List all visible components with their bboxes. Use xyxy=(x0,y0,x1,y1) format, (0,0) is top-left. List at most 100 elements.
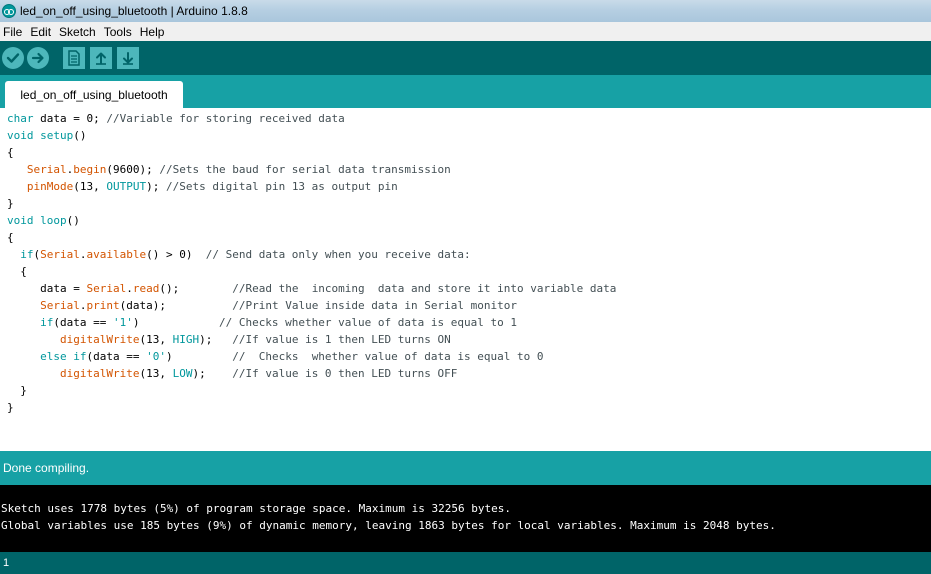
code-token: LOW xyxy=(172,367,193,380)
code-token: } xyxy=(7,384,27,397)
status-message: Done compiling. xyxy=(3,461,90,475)
code-token: loop xyxy=(40,214,67,227)
code-token: () xyxy=(73,129,87,142)
tab-sketch[interactable]: led_on_off_using_bluetooth xyxy=(5,81,183,108)
upload-button[interactable] xyxy=(27,47,49,69)
code-token: if xyxy=(20,248,34,261)
code-token: } xyxy=(7,197,14,210)
code-line: } xyxy=(7,195,616,212)
menu-bar: File Edit Sketch Tools Help xyxy=(0,22,931,41)
code-token: digitalWrite xyxy=(59,367,140,380)
tab-strip: led_on_off_using_bluetooth xyxy=(0,75,931,108)
code-token: char xyxy=(7,112,34,125)
code-token: { xyxy=(7,265,27,278)
code-line: { xyxy=(7,229,616,246)
code-line: Serial.begin(9600); //Sets the baud for … xyxy=(7,161,616,178)
open-icon xyxy=(96,52,106,65)
code-line: void loop() xyxy=(7,212,616,229)
code-line: { xyxy=(7,144,616,161)
code-token: { xyxy=(7,231,14,244)
code-line: data = Serial.read(); //Read the incomin… xyxy=(7,280,616,297)
code-token: (13, xyxy=(73,180,107,193)
code-token: (); xyxy=(159,282,233,295)
code-area[interactable]: char data = 0; //Variable for storing re… xyxy=(7,110,616,416)
code-line: if(Serial.available() > 0) // Send data … xyxy=(7,246,616,263)
menu-sketch[interactable]: Sketch xyxy=(58,25,97,39)
code-line: pinMode(13, OUTPUT); //Sets digital pin … xyxy=(7,178,616,195)
code-token: (13, xyxy=(139,333,173,346)
code-token: //Print Value inside data in Serial moni… xyxy=(232,299,517,312)
code-token: { xyxy=(7,146,14,159)
code-token: setup xyxy=(40,129,74,142)
code-token: (data); xyxy=(119,299,233,312)
verify-icon xyxy=(6,53,20,63)
code-token: data = xyxy=(7,282,87,295)
arduino-logo-icon xyxy=(2,4,16,18)
code-token: //Read the incoming data and store it in… xyxy=(232,282,617,295)
code-token: begin xyxy=(73,163,107,176)
code-line: } xyxy=(7,399,616,416)
code-line: } xyxy=(7,382,616,399)
code-token: available xyxy=(86,248,147,261)
code-token: void xyxy=(7,214,34,227)
menu-edit[interactable]: Edit xyxy=(29,25,52,39)
verify-button[interactable] xyxy=(2,47,24,69)
code-line: char data = 0; //Variable for storing re… xyxy=(7,110,616,127)
code-token: // Send data only when you receive data: xyxy=(205,248,471,261)
code-token: ); xyxy=(199,333,233,346)
save-button[interactable] xyxy=(117,47,139,69)
open-button[interactable] xyxy=(90,47,112,69)
window-title: led_on_off_using_bluetooth | Arduino 1.8… xyxy=(20,4,248,18)
code-token: else xyxy=(40,350,67,363)
code-token: ); xyxy=(192,367,233,380)
menu-help[interactable]: Help xyxy=(139,25,166,39)
code-token: Serial xyxy=(26,163,67,176)
status-bar: Done compiling. xyxy=(0,451,931,485)
console-output[interactable]: Sketch uses 1778 bytes (5%) of program s… xyxy=(0,485,931,552)
code-token: ); xyxy=(146,180,166,193)
code-token: . xyxy=(79,299,87,312)
code-line: void setup() xyxy=(7,127,616,144)
toolbar xyxy=(0,41,931,75)
line-number: 1 xyxy=(3,557,10,569)
code-editor[interactable]: char data = 0; //Variable for storing re… xyxy=(0,108,931,451)
code-line: { xyxy=(7,263,616,280)
code-token: Serial xyxy=(40,248,80,261)
code-token: read xyxy=(132,282,160,295)
code-token: Serial xyxy=(40,299,80,312)
code-line: if(data == '1') // Checks whether value … xyxy=(7,314,616,331)
code-token: () xyxy=(66,214,80,227)
code-token: Serial xyxy=(86,282,127,295)
code-token: if xyxy=(40,316,54,329)
upload-icon xyxy=(31,52,44,64)
code-token: void xyxy=(7,129,34,142)
menu-tools[interactable]: Tools xyxy=(103,25,133,39)
console-line: Global variables use 185 bytes (9%) of d… xyxy=(1,519,776,532)
code-token: '1' xyxy=(112,316,133,329)
code-line: digitalWrite(13, LOW); //If value is 0 t… xyxy=(7,365,616,382)
code-token: //Sets the baud for serial data transmis… xyxy=(159,163,451,176)
new-icon xyxy=(68,50,80,66)
code-token: print xyxy=(86,299,120,312)
code-token: digitalWrite xyxy=(59,333,140,346)
menu-file[interactable]: File xyxy=(2,25,23,39)
title-bar: led_on_off_using_bluetooth | Arduino 1.8… xyxy=(0,0,931,22)
code-token: pinMode xyxy=(26,180,74,193)
code-token: if xyxy=(73,350,87,363)
console-line: Sketch uses 1778 bytes (5%) of program s… xyxy=(1,502,511,515)
code-token: ) xyxy=(132,316,219,329)
code-line: digitalWrite(13, HIGH); //If value is 1 … xyxy=(7,331,616,348)
code-token: () > 0) xyxy=(146,248,206,261)
code-token: // Checks whether value of data is equal… xyxy=(218,316,517,329)
save-icon xyxy=(123,52,133,65)
new-button[interactable] xyxy=(63,47,85,69)
code-token: data = 0; xyxy=(33,112,107,125)
